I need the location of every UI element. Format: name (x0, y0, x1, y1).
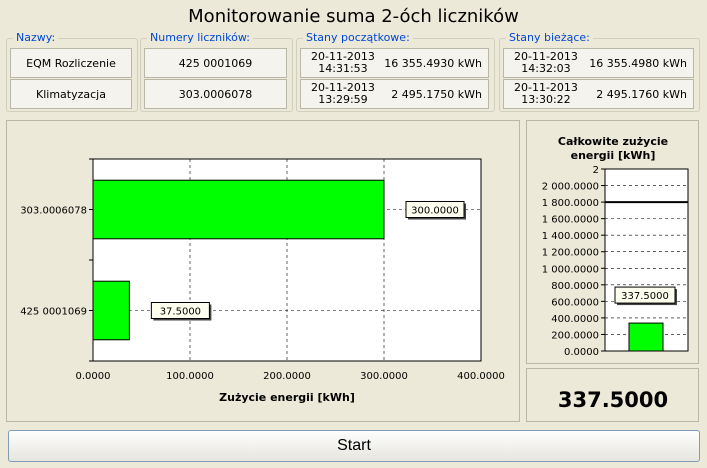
x-tick-label: 300.0000 (360, 371, 408, 382)
y-tick-label: 1 200.0000 (542, 248, 599, 259)
start-state-datetime: 20-11-2013 13:29:59 (311, 82, 375, 106)
total-chart-panel: Całkowite zużycie energii [kWh] 0.0000 200.… (526, 120, 699, 364)
y-tick-label: 600.0000 (551, 297, 599, 308)
start-states-label: Stany początkowe: (303, 31, 413, 44)
y-tick-label: 400.0000 (551, 314, 599, 325)
y-tick-label: 2 000.0000 (542, 182, 599, 193)
chart-title: Całkowite zużycie (558, 135, 668, 148)
start-state-value: 2 495.1750 kWh (391, 87, 482, 101)
x-tick-label: 400.0000 (457, 371, 505, 382)
bar (92, 280, 130, 341)
current-state-value: 16 355.4980 kWh (589, 56, 687, 70)
meter-number-field: 425 0001069 (144, 48, 287, 78)
time-text: 14:32:03 (521, 62, 571, 75)
time-text: 14:31:53 (318, 62, 368, 75)
bar (92, 179, 385, 240)
window-title: Monitorowanie suma 2-óch liczników (188, 6, 519, 27)
meters-bar-chart: 0.0000 100.0000 200.0000 300.0000 400.0000 30… (20, 158, 505, 404)
y-tick-label: 1 400.0000 (542, 231, 599, 242)
y-tick-label: 303.0006078 (20, 206, 87, 217)
y-tick-label: 1 800.0000 (542, 198, 599, 209)
y-tick-label: 800.0000 (551, 281, 599, 292)
start-state-datetime: 20-11-2013 14:31:53 (311, 51, 375, 75)
y-tick-label: 2 (593, 165, 599, 176)
x-tick-label: 0.0000 (76, 371, 111, 382)
bar (628, 322, 664, 352)
time-text: 13:29:59 (318, 93, 368, 106)
total-bar-chart: Całkowite zużycieenergii [kWh] 0.0000 200.… (542, 135, 689, 358)
x-tick-label: 200.0000 (263, 371, 311, 382)
data-label: 337.5000 (621, 291, 669, 302)
start-button[interactable]: Start (8, 430, 700, 462)
y-tick-label: 1 000.0000 (542, 264, 599, 275)
current-state-datetime: 20-11-2013 14:32:03 (514, 51, 578, 75)
name-field: EQM Rozliczenie (10, 48, 132, 78)
current-state-row: 20-11-2013 13:30:22 2 495.1760 kWh (503, 79, 694, 109)
start-state-row: 20-11-2013 13:29:59 2 495.1750 kWh (300, 79, 489, 109)
x-tick-label: 100.0000 (166, 371, 214, 382)
numbers-label: Numery liczników: (147, 31, 253, 44)
x-axis-label: Zużycie energii [kWh] (219, 391, 355, 404)
y-tick-label: 0.0000 (564, 347, 599, 358)
meter-number-field: 303.0006078 (144, 79, 287, 109)
data-label: 300.0000 (411, 206, 459, 217)
current-state-value: 2 495.1760 kWh (596, 87, 687, 101)
y-tick-label: 1 600.0000 (542, 215, 599, 226)
y-tick-label: 425 0001069 (20, 307, 87, 318)
names-label: Nazwy: (13, 31, 59, 44)
total-value: 337.5000 (557, 388, 669, 412)
start-state-row: 20-11-2013 14:31:53 16 355.4930 kWh (300, 48, 489, 78)
chart-title: energii [kWh] (571, 149, 656, 162)
y-tick-label: 200.0000 (551, 330, 599, 341)
meters-chart-panel: 0.0000 100.0000 200.0000 300.0000 400.0000 30… (6, 120, 520, 422)
current-states-label: Stany bieżące: (506, 31, 593, 44)
time-text: 13:30:22 (521, 93, 571, 106)
current-state-row: 20-11-2013 14:32:03 16 355.4980 kWh (503, 48, 694, 78)
data-label: 37.5000 (160, 307, 201, 318)
current-state-datetime: 20-11-2013 13:30:22 (514, 82, 578, 106)
start-state-value: 16 355.4930 kWh (384, 56, 482, 70)
name-field: Klimatyzacja (10, 79, 132, 109)
